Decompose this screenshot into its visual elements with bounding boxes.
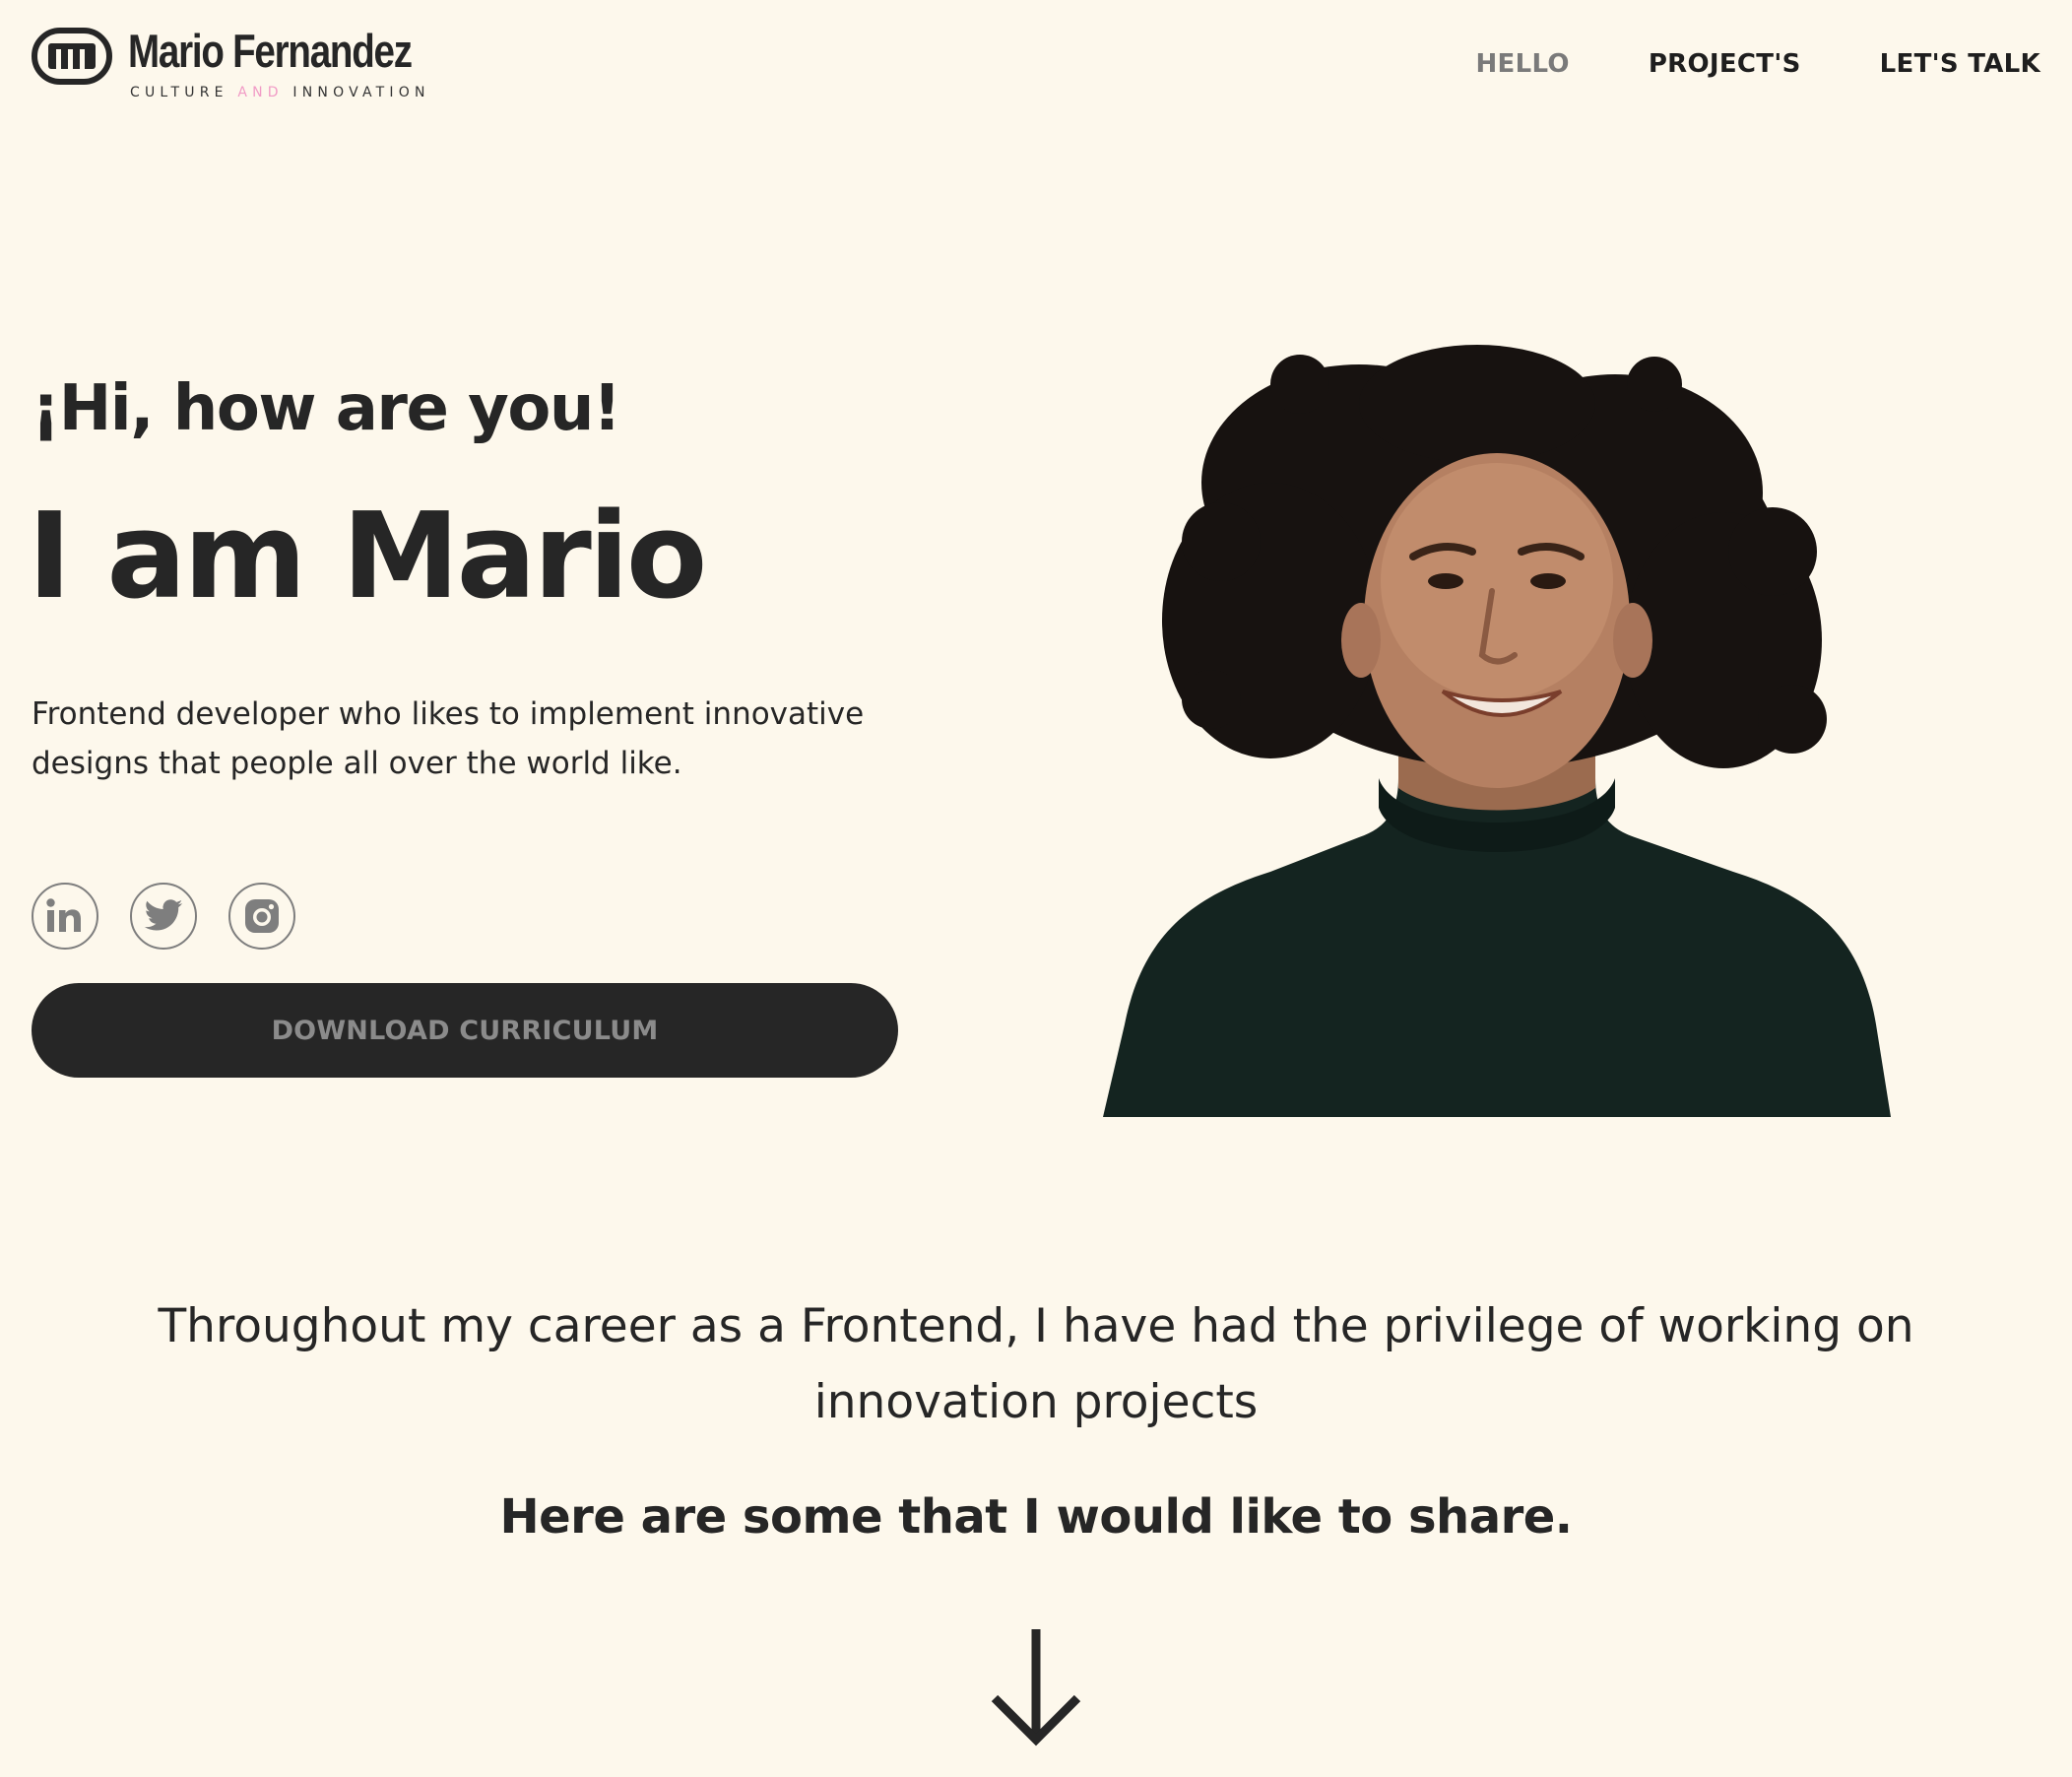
brand-name[interactable]: Mario Fernandez [128, 24, 413, 78]
brand-tagline: CULTURE AND INNOVATION [130, 85, 430, 100]
download-curriculum-button[interactable]: DOWNLOAD CURRICULUM [32, 983, 898, 1078]
logo-icon[interactable] [32, 28, 112, 85]
linkedin-link[interactable] [32, 883, 98, 950]
twitter-icon [144, 899, 183, 931]
site-header: Mario Fernandez CULTURE AND INNOVATION H… [32, 25, 2040, 106]
profile-photo [1103, 345, 1891, 1117]
tagline-innovation: INNOVATION [292, 85, 430, 100]
instagram-icon [245, 899, 279, 933]
hero-title: I am Mario [28, 489, 707, 625]
twitter-link[interactable] [130, 883, 197, 950]
nav-lets-talk[interactable]: LET'S TALK [1880, 49, 2040, 79]
arrow-down-icon[interactable] [989, 1625, 1083, 1747]
share-heading: Here are some that I would like to share… [499, 1489, 1573, 1545]
hero-greeting: ¡Hi, how are you! [32, 372, 621, 445]
tagline-culture: CULTURE [130, 85, 228, 100]
main-nav: HELLO PROJECT'S LET'S TALK [1475, 49, 2040, 79]
social-links [32, 883, 295, 950]
hero-description: Frontend developer who likes to implemen… [32, 696, 865, 781]
intro-text: Throughout my career as a Frontend, I ha… [158, 1299, 1914, 1429]
instagram-link[interactable] [228, 883, 295, 950]
nav-hello[interactable]: HELLO [1475, 49, 1569, 79]
tagline-and: AND [237, 85, 284, 100]
linkedin-icon [46, 898, 81, 932]
nav-projects[interactable]: PROJECT'S [1649, 49, 1801, 79]
